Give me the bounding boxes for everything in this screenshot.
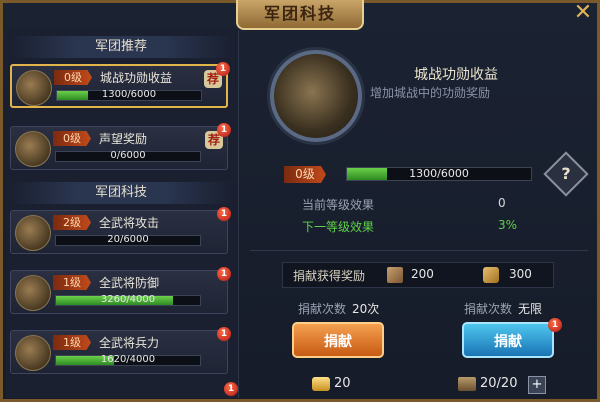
detail-progress-bar: 1300/6000 [346, 167, 532, 181]
reward-label: 捐献获得奖励 [293, 269, 366, 283]
level-tag: 1级 [53, 335, 91, 350]
tech-thumb-icon [15, 335, 51, 371]
reward-a-value: 200 [411, 267, 434, 281]
next-effect-value: 3% [498, 218, 518, 232]
donate-count-b: 捐献次数 无限 [464, 300, 542, 317]
cost-gold: 20 [312, 376, 351, 391]
progress-text: 1300/6000 [101, 89, 157, 100]
next-effect-label: 下一等级效果 [302, 220, 375, 234]
detail-subtitle: 增加城战中的功勋奖励 [370, 86, 491, 100]
add-button[interactable]: + [528, 376, 546, 394]
tech-emblem-icon [270, 50, 362, 142]
donate-item-button[interactable]: 捐献 [462, 322, 554, 358]
count-label: 捐献次数 [464, 302, 513, 316]
progress-bar: 20/6000 [55, 234, 201, 246]
coin-icon [483, 267, 499, 283]
list-item[interactable]: 0级 声望奖励 0/6000 荐 1 [10, 123, 231, 170]
notice-dot: 1 [217, 327, 231, 341]
detail-level-tag: 0级 [284, 166, 326, 183]
progress-text: 20/6000 [107, 234, 149, 245]
donate-reward-bar: 捐献获得奖励 200 300 [282, 262, 554, 288]
item-name: 城战功勋收益 [100, 71, 173, 85]
tech-header: 军团科技 [10, 182, 232, 204]
list-item[interactable]: 0级 城战功勋收益 1300/6000 荐 1 [10, 62, 230, 108]
count-label: 捐献次数 [298, 302, 347, 316]
left-list-panel: 军团推荐 0级 城战功勋收益 1300/6000 荐 1 0级 声望奖励 0/6… [6, 30, 239, 398]
cost-gold-value: 20 [334, 376, 351, 391]
donate-count-a: 捐献次数 20次 [298, 300, 379, 317]
item-name: 全武将防御 [99, 276, 160, 290]
detail-panel: 城战功勋收益 增加城战中的功勋奖励 0级 1300/6000 ? 当前等级效果 … [244, 30, 594, 398]
progress-text: 1300/6000 [409, 167, 469, 180]
level-tag: 0级 [53, 131, 91, 146]
count-value: 20次 [352, 302, 380, 316]
chest-icon [458, 376, 476, 391]
close-icon[interactable]: ✕ [572, 2, 594, 24]
progress-bar: 1620/4000 [55, 354, 201, 366]
tech-thumb-icon [16, 70, 52, 106]
gold-ingot-icon [312, 376, 330, 391]
notice-dot: 1 [217, 207, 231, 221]
progress-bar: 3260/4000 [55, 294, 201, 306]
question-icon: ? [561, 164, 571, 183]
level-tag: 1级 [53, 275, 91, 290]
cost-item-value: 20/20 [480, 376, 518, 391]
level-tag: 0级 [54, 70, 92, 85]
notice-dot: 1 [217, 267, 231, 281]
tech-thumb-icon [15, 275, 51, 311]
progress-text: 3260/4000 [100, 294, 156, 305]
tech-thumb-icon [15, 131, 51, 167]
tech-thumb-icon [15, 215, 51, 251]
scroll-icon [387, 267, 403, 283]
item-name: 全武将攻击 [99, 216, 160, 230]
level-tag: 2级 [53, 215, 91, 230]
list-item[interactable]: 2级 全武将攻击 20/6000 1 [10, 207, 231, 254]
notice-dot: 1 [217, 123, 231, 137]
donate-gold-button[interactable]: 捐献 [292, 322, 384, 358]
progress-text: 1620/4000 [100, 354, 156, 365]
detail-title: 城战功勋收益 [414, 67, 498, 83]
notice-dot: 1 [224, 382, 238, 396]
notice-dot: 1 [548, 318, 562, 332]
progress-text: 0/6000 [110, 150, 146, 161]
current-effect-label: 当前等级效果 [302, 198, 375, 212]
progress-bar: 0/6000 [55, 150, 201, 162]
item-name: 全武将兵力 [99, 336, 160, 350]
item-name: 声望奖励 [99, 132, 148, 146]
current-effect-value: 0 [498, 196, 506, 210]
list-item[interactable]: 1级 全武将兵力 1620/4000 1 [10, 327, 231, 374]
cost-item: 20/20 [458, 376, 517, 391]
notice-dot: 1 [216, 62, 230, 76]
count-value: 无限 [518, 302, 543, 316]
divider [250, 250, 588, 251]
reward-b-value: 300 [509, 267, 532, 281]
help-button[interactable]: ? [543, 151, 589, 197]
recommend-header: 军团推荐 [10, 36, 232, 58]
progress-bar: 1300/6000 [56, 89, 202, 101]
list-item[interactable]: 1级 全武将防御 3260/4000 1 [10, 267, 231, 314]
window-title: 军团科技 [236, 0, 364, 30]
